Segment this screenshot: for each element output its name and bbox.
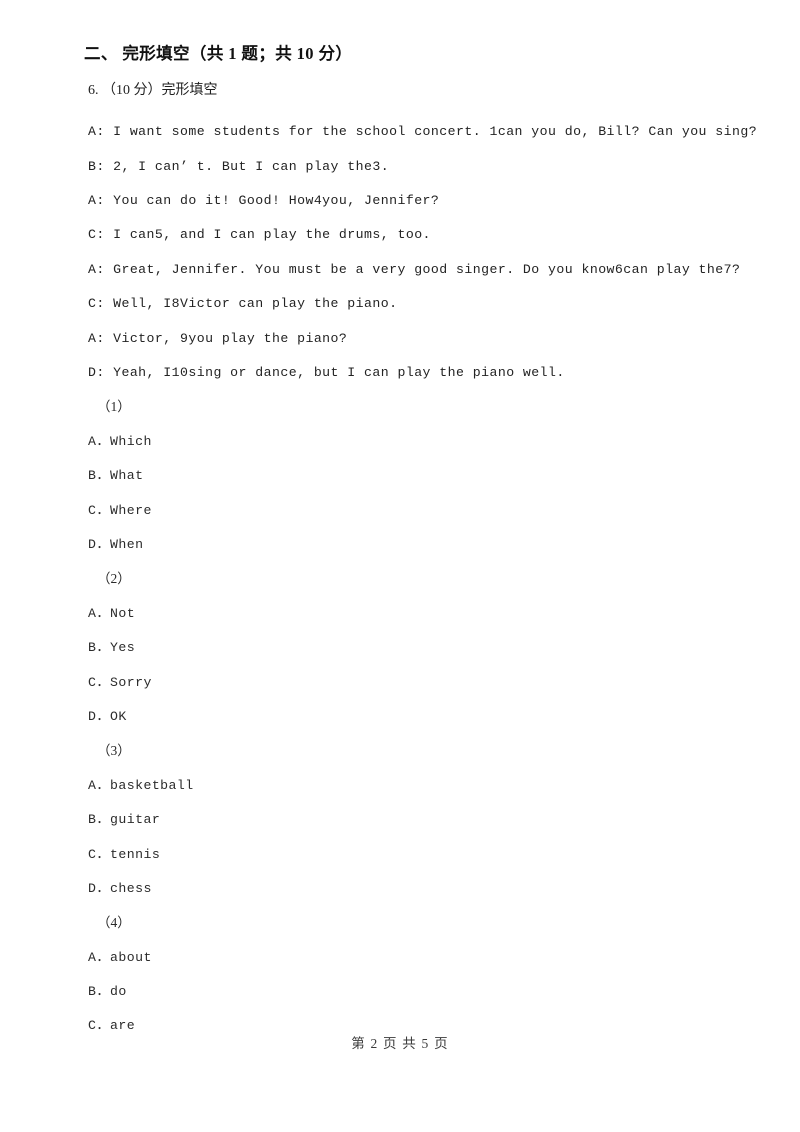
option-choice-b[interactable]: B．guitar [88,803,724,837]
option-choice-a[interactable]: A．Not [88,597,724,631]
dialogue-line: B: 2, I can’ t. But I can play the3. [88,158,390,174]
option-choice-d[interactable]: D．When [88,528,724,562]
question-stem: 6. （10 分）完形填空 [88,82,218,98]
option-choice-b[interactable]: B．Yes [88,631,724,665]
dialogue-line: A: Victor, 9you play the piano? [88,330,348,346]
dialogue-line: A: You can do it! Good! How4you, Jennife… [88,193,440,209]
page-footer: 第 2 页 共 5 页 [351,1036,449,1051]
option-group-number: （3） [97,743,131,759]
option-choice-a[interactable]: A．Which [88,425,724,459]
option-group-4: （4） A．about B．do C．are [88,906,724,1044]
option-choice-b[interactable]: B．What [88,459,724,493]
option-group-number: （1） [97,399,131,415]
option-group-2: （2） A．Not B．Yes C．Sorry D．OK [88,562,724,734]
option-group-number: （2） [97,571,131,587]
option-choice-a[interactable]: A．about [88,941,724,975]
option-choice-d[interactable]: D．chess [88,872,724,906]
dialogue-block: A: I want some students for the school c… [88,115,758,390]
option-group-1: （1） A．Which B．What C．Where D．When [88,390,724,562]
option-group-3: （3） A．basketball B．guitar C．tennis D．che… [88,734,724,906]
option-choice-a[interactable]: A．basketball [88,769,724,803]
dialogue-line: D: Yeah, I10sing or dance, but I can pla… [88,365,565,381]
exam-page: 二、 完形填空（共 1 题；共 10 分） 6. （10 分）完形填空 A: I… [0,0,800,1132]
dialogue-line: A: Great, Jennifer. You must be a very g… [88,261,741,277]
dialogue-line: C: Well, I8Victor can play the piano. [88,296,398,312]
option-choice-c[interactable]: C．tennis [88,838,724,872]
dialogue-line: C: I can5, and I can play the drums, too… [88,227,431,243]
section-heading: 二、 完形填空（共 1 题；共 10 分） [84,44,353,63]
option-group-number: （4） [97,915,131,931]
option-choice-c[interactable]: C．Where [88,494,724,528]
dialogue-line: A: I want some students for the school c… [88,124,758,140]
option-choice-b[interactable]: B．do [88,975,724,1009]
option-choice-d[interactable]: D．OK [88,700,724,734]
option-choice-c[interactable]: C．Sorry [88,666,724,700]
page-content: 二、 完形填空（共 1 题；共 10 分） 6. （10 分）完形填空 A: I… [84,44,758,1044]
